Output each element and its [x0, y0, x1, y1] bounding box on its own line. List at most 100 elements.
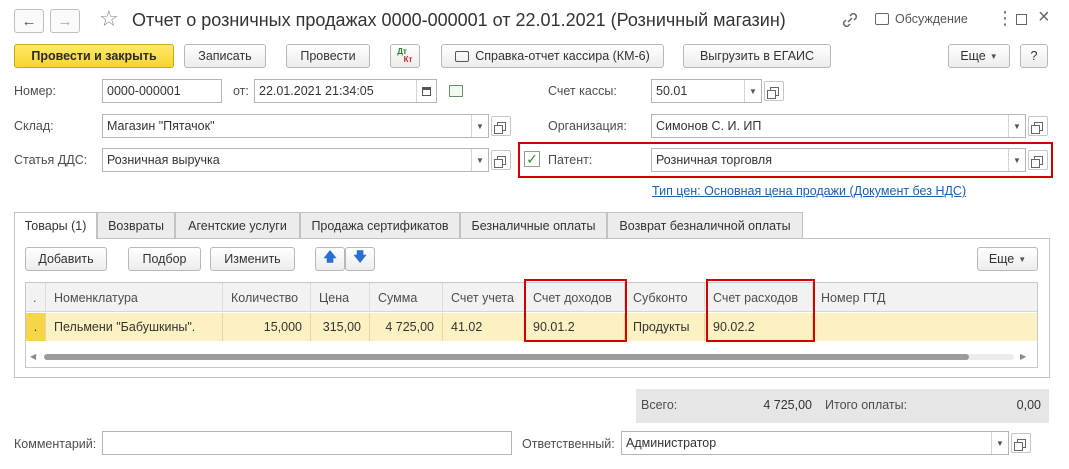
col-subconto[interactable]: Субконто [625, 283, 705, 312]
col-item[interactable]: Номенклатура [46, 283, 223, 312]
chevron-down-icon: ▼ [989, 51, 998, 61]
table-more-button[interactable]: Еще ▼ [977, 247, 1038, 271]
move-down-button[interactable]: 🡇 [345, 247, 375, 271]
maximize-icon[interactable] [1016, 14, 1027, 25]
calendar-icon[interactable] [416, 80, 436, 102]
cell-subconto[interactable]: Продукты [625, 313, 705, 341]
discussion-button[interactable]: Обсуждение [875, 12, 968, 26]
tab-goods[interactable]: Товары (1) [14, 212, 97, 239]
forward-button[interactable]: → [50, 9, 80, 33]
open-form-icon [1030, 155, 1043, 168]
help-button[interactable]: ? [1020, 44, 1048, 68]
change-button[interactable]: Изменить [210, 247, 295, 271]
cell-account[interactable]: 41.02 [443, 313, 525, 341]
discussion-icon [875, 13, 889, 25]
col-gtd[interactable]: Номер ГТД [813, 283, 1037, 312]
chevron-down-icon[interactable]: ▼ [1008, 115, 1025, 137]
scroll-right-icon[interactable]: ▶ [1020, 352, 1026, 361]
number-label: Номер: [14, 84, 56, 98]
more-button[interactable]: Еще ▼ [948, 44, 1010, 68]
col-sum[interactable]: Сумма [370, 283, 443, 312]
dds-field[interactable]: Розничная выручка ▼ [102, 148, 489, 172]
post-button[interactable]: Провести [286, 44, 370, 68]
responsible-label: Ответственный: [522, 437, 615, 451]
add-row-button[interactable]: Добавить [25, 247, 107, 271]
cell-income-account[interactable]: 90.01.2 [525, 313, 625, 341]
col-quantity[interactable]: Количество [223, 283, 311, 312]
patent-label: Патент: [548, 153, 593, 167]
close-icon[interactable]: × [1038, 6, 1050, 29]
date-label: от: [233, 84, 249, 98]
patent-checkbox[interactable]: ✓ [524, 151, 540, 167]
open-organization-button[interactable] [1028, 116, 1048, 136]
col-expense-account[interactable]: Счет расходов [705, 283, 813, 312]
col-marker: . [26, 283, 46, 312]
chevron-down-icon[interactable]: ▼ [744, 80, 761, 102]
tab-cashless-returns[interactable]: Возврат безналичной оплаты [607, 212, 803, 238]
cell-item[interactable]: Пельмени "Бабушкины". [46, 313, 223, 341]
more-vertical-icon[interactable]: ⋮ [996, 8, 1014, 29]
open-cash-account-button[interactable] [764, 81, 784, 101]
favorite-star-icon[interactable]: ☆ [99, 6, 119, 32]
number-field[interactable]: 0000-000001 [102, 79, 222, 103]
open-dds-button[interactable] [491, 150, 511, 170]
arrow-down-icon: 🡇 [353, 249, 367, 264]
price-type-link[interactable]: Тип цен: Основная цена продажи (Документ… [652, 184, 966, 198]
arrow-left-icon: ← [21, 12, 37, 30]
paid-value: 0,00 [1016, 398, 1041, 412]
open-responsible-button[interactable] [1011, 433, 1031, 453]
chevron-down-icon[interactable]: ▼ [1008, 149, 1025, 171]
organization-field[interactable]: Симонов С. И. ИП ▼ [651, 114, 1026, 138]
open-form-icon [1030, 121, 1043, 134]
open-patent-button[interactable] [1028, 150, 1048, 170]
comment-field[interactable] [102, 431, 512, 455]
cell-gtd[interactable] [813, 313, 1037, 341]
post-and-close-button[interactable]: Провести и закрыть [14, 44, 174, 68]
chevron-down-icon[interactable]: ▼ [471, 115, 488, 137]
col-account[interactable]: Счет учета [443, 283, 525, 312]
cell-price[interactable]: 315,00 [311, 313, 370, 341]
scroll-left-icon[interactable]: ◀ [30, 352, 36, 361]
patent-value: Розничная торговля [656, 153, 772, 167]
save-button[interactable]: Записать [184, 44, 266, 68]
cell-quantity[interactable]: 15,000 [223, 313, 311, 341]
move-up-button[interactable]: 🡅 [315, 247, 345, 271]
patent-field[interactable]: Розничная торговля ▼ [651, 148, 1026, 172]
open-form-icon [766, 86, 779, 99]
date-value: 22.01.2021 21:34:05 [259, 84, 374, 98]
organization-label: Организация: [548, 119, 627, 133]
tab-cashless-payments[interactable]: Безналичные оплаты [460, 212, 607, 238]
chevron-down-icon[interactable]: ▼ [991, 432, 1008, 454]
date-field[interactable]: 22.01.2021 21:34:05 [254, 79, 437, 103]
comment-label: Комментарий: [14, 437, 97, 451]
document-status-icon[interactable] [449, 85, 463, 97]
cell-expense-account[interactable]: 90.02.2 [705, 313, 813, 341]
cell-sum[interactable]: 4 725,00 [370, 313, 443, 341]
link-icon[interactable] [840, 10, 860, 30]
tab-returns[interactable]: Возвраты [97, 212, 175, 238]
open-warehouse-button[interactable] [491, 116, 511, 136]
responsible-value: Администратор [626, 436, 717, 450]
kt-label: Кт [403, 55, 413, 64]
row-marker[interactable]: . [26, 313, 46, 341]
tab-certificate-sales[interactable]: Продажа сертификатов [300, 212, 460, 238]
horizontal-scrollbar[interactable] [44, 354, 1014, 360]
chevron-down-icon: ▼ [1018, 254, 1027, 264]
col-income-account[interactable]: Счет доходов [525, 283, 625, 312]
warehouse-field[interactable]: Магазин "Пятачок" ▼ [102, 114, 489, 138]
cash-account-value: 50.01 [656, 84, 688, 98]
warehouse-label: Склад: [14, 119, 54, 133]
egais-export-button[interactable]: Выгрузить в ЕГАИС [683, 44, 831, 68]
cash-account-field[interactable]: 50.01 ▼ [651, 79, 762, 103]
scrollbar-thumb[interactable] [44, 354, 969, 360]
pick-button[interactable]: Подбор [128, 247, 201, 271]
col-price[interactable]: Цена [311, 283, 370, 312]
discussion-label: Обсуждение [895, 12, 968, 26]
responsible-field[interactable]: Администратор ▼ [621, 431, 1009, 455]
paid-label: Итого оплаты: [825, 398, 908, 412]
tab-agent-services[interactable]: Агентские услуги [175, 212, 300, 238]
chevron-down-icon[interactable]: ▼ [471, 149, 488, 171]
cashier-report-button[interactable]: Справка-отчет кассира (КМ-6) [441, 44, 664, 68]
back-button[interactable]: ← [14, 9, 44, 33]
dt-kt-button[interactable]: Дт Кт [390, 44, 420, 68]
